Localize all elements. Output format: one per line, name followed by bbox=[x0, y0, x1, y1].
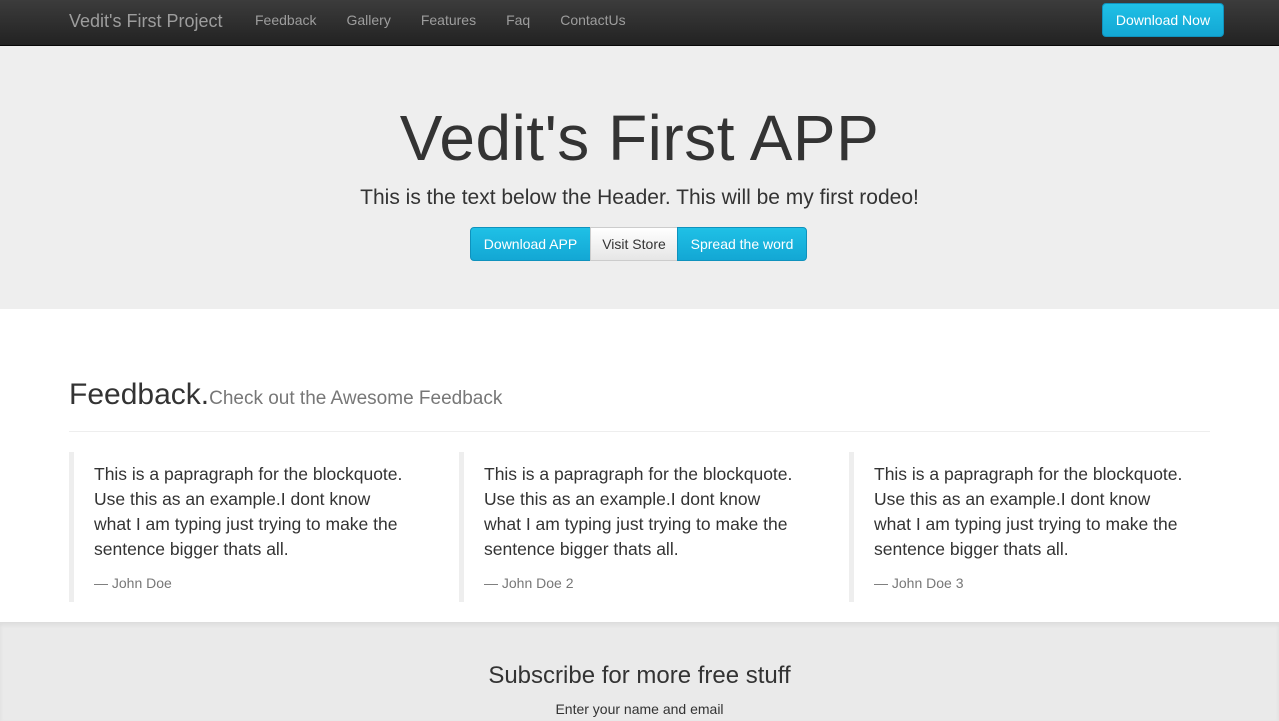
feedback-quote-3: This is a papragraph for the blockquote.… bbox=[849, 452, 1211, 602]
nav-link-features[interactable]: Features bbox=[421, 12, 476, 28]
quote-text: This is a papragraph for the blockquote.… bbox=[874, 464, 1183, 559]
visit-store-button[interactable]: Visit Store bbox=[590, 227, 678, 261]
nav-link-feedback[interactable]: Feedback bbox=[255, 12, 316, 28]
feedback-quote-2: This is a papragraph for the blockquote.… bbox=[459, 452, 821, 602]
quote-text: This is a papragraph for the blockquote.… bbox=[94, 464, 403, 559]
feedback-quote-1: This is a papragraph for the blockquote.… bbox=[69, 452, 431, 602]
download-now-button[interactable]: Download Now bbox=[1102, 3, 1224, 37]
subscribe-text: Enter your name and email bbox=[555, 701, 724, 717]
hero-button-group: Download APP Visit Store Spread the word bbox=[470, 227, 807, 261]
brand-link[interactable]: Vedit's First Project bbox=[69, 10, 222, 32]
spread-the-word-button[interactable]: Spread the word bbox=[677, 227, 807, 261]
nav-link-contactus[interactable]: ContactUs bbox=[560, 12, 625, 28]
feedback-divider bbox=[69, 431, 1210, 432]
hero-title: Vedit's First APP bbox=[399, 102, 880, 174]
quote-text: This is a papragraph for the blockquote.… bbox=[484, 464, 793, 559]
hero-jumbotron: Vedit's First APP This is the text below… bbox=[0, 46, 1279, 309]
quote-author: — John Doe bbox=[94, 575, 172, 591]
navbar: Vedit's First Project Feedback Gallery F… bbox=[0, 0, 1279, 46]
nav-links: Feedback Gallery Features Faq ContactUs bbox=[255, 12, 656, 28]
feedback-header: Feedback.Check out the Awesome Feedback bbox=[69, 378, 502, 412]
quote-author: — John Doe 3 bbox=[874, 575, 964, 591]
subscribe-section: Subscribe for more free stuff Enter your… bbox=[0, 622, 1279, 721]
nav-link-gallery[interactable]: Gallery bbox=[346, 12, 390, 28]
quote-author: — John Doe 2 bbox=[484, 575, 574, 591]
feedback-title: Feedback. bbox=[69, 378, 210, 411]
nav-link-faq[interactable]: Faq bbox=[506, 12, 530, 28]
subscribe-title: Subscribe for more free stuff bbox=[488, 662, 791, 689]
feedback-subtitle: Check out the Awesome Feedback bbox=[209, 388, 503, 409]
download-app-button[interactable]: Download APP bbox=[470, 227, 591, 261]
hero-subtitle: This is the text below the Header. This … bbox=[360, 186, 919, 209]
